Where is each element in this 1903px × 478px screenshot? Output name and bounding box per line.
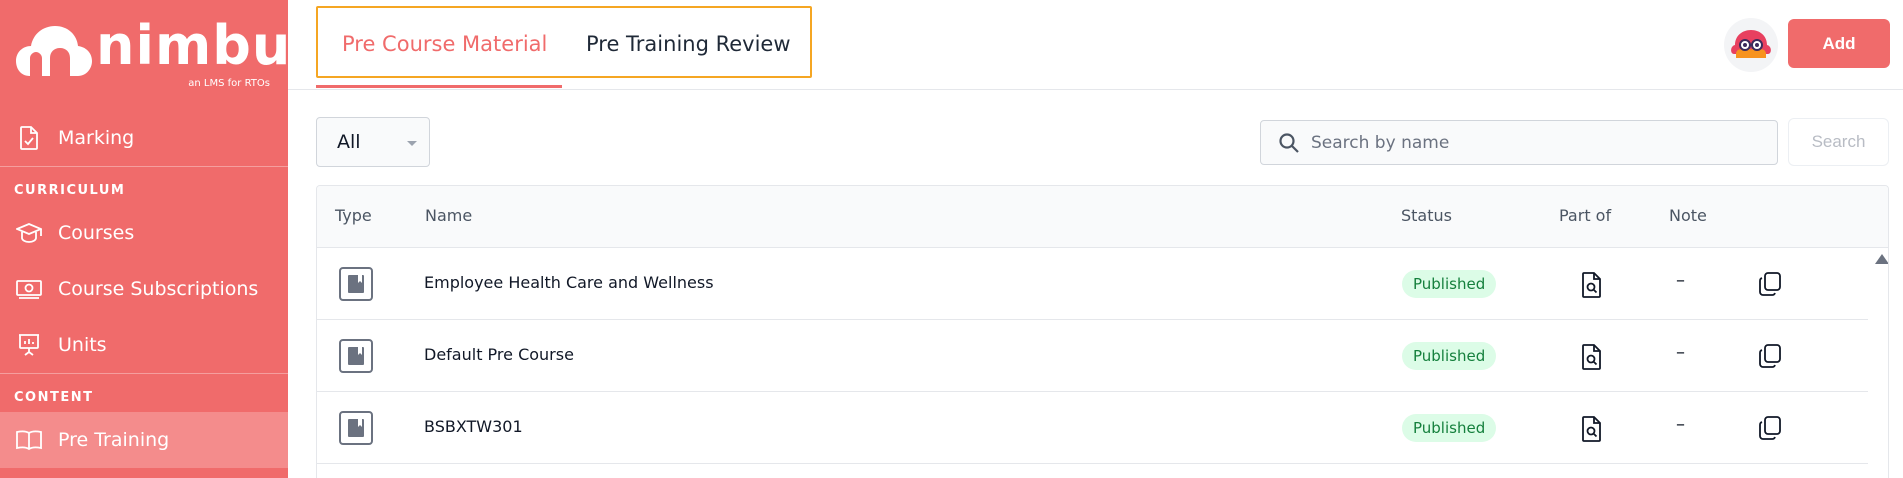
scroll-up-arrow-icon[interactable] <box>1875 254 1888 264</box>
graduation-cap-icon <box>16 220 42 246</box>
row-name[interactable]: Employee Health Care and Wellness <box>424 273 714 292</box>
app-root: nimbu an LMS for RTOs Marking CURRICULUM… <box>0 0 1903 478</box>
brand-tagline: an LMS for RTOs <box>188 78 270 89</box>
table-row[interactable]: Employee Health Care and Wellness Publis… <box>317 248 1868 320</box>
status-badge: Published <box>1402 270 1497 298</box>
caret-down-icon <box>407 141 417 146</box>
mascot-avatar-icon <box>1731 30 1771 58</box>
sidebar-item-courses[interactable]: Courses <box>0 205 288 261</box>
row-note: – <box>1676 414 1685 435</box>
material-type-icon <box>339 339 373 373</box>
cloud-logo-icon <box>16 26 92 76</box>
table-header: Type Name Status Part of Note <box>317 186 1888 248</box>
sidebar-divider <box>0 166 288 167</box>
row-note: – <box>1676 342 1685 363</box>
sidebar-item-pre-training[interactable]: Pre Training <box>0 412 288 468</box>
copy-icon[interactable] <box>1757 343 1783 369</box>
pre-course-material-table: Type Name Status Part of Note Employee H… <box>316 185 1889 478</box>
sidebar-divider <box>0 373 288 374</box>
tab-pre-training-review[interactable]: Pre Training Review <box>586 32 791 56</box>
search-input[interactable] <box>1311 132 1751 153</box>
sidebar-item-label: Pre Training <box>58 429 170 451</box>
copy-icon[interactable] <box>1757 271 1783 297</box>
search-box <box>1260 120 1778 165</box>
type-filter-value: All <box>337 131 361 153</box>
add-button[interactable]: Add <box>1788 19 1890 68</box>
status-badge: Published <box>1402 414 1497 442</box>
copy-icon[interactable] <box>1757 415 1783 441</box>
tab-pre-course-material[interactable]: Pre Course Material <box>342 32 547 56</box>
sidebar-item-course-subscriptions[interactable]: Course Subscriptions <box>0 261 288 317</box>
sidebar: nimbu an LMS for RTOs Marking CURRICULUM… <box>0 0 290 478</box>
sidebar-item-label: Marking <box>58 127 135 149</box>
sidebar-section-content: CONTENT <box>14 390 94 405</box>
status-badge: Published <box>1402 342 1497 370</box>
row-note: – <box>1676 270 1685 291</box>
table-scrollbar[interactable] <box>1868 248 1888 478</box>
search-icon <box>1279 132 1299 153</box>
column-header-note: Note <box>1669 206 1707 225</box>
column-header-part-of: Part of <box>1559 206 1612 225</box>
brand-logo[interactable]: nimbu an LMS for RTOs <box>16 14 290 90</box>
top-bar: Pre Course Material Pre Training Review … <box>288 0 1903 90</box>
brand-name: nimbu <box>96 14 292 77</box>
document-check-icon <box>16 125 42 151</box>
column-header-status[interactable]: Status <box>1401 206 1452 225</box>
document-search-icon[interactable] <box>1580 272 1604 298</box>
sidebar-item-units[interactable]: Units <box>0 317 288 373</box>
material-type-icon <box>339 267 373 301</box>
sidebar-item-marking[interactable]: Marking <box>0 110 288 166</box>
sidebar-item-label: Course Subscriptions <box>58 278 259 300</box>
column-header-type: Type <box>335 206 372 225</box>
type-filter-select[interactable]: All <box>316 117 430 167</box>
row-name[interactable]: Default Pre Course <box>424 345 574 364</box>
money-icon <box>16 276 42 302</box>
tab-group: Pre Course Material Pre Training Review <box>316 6 812 78</box>
sidebar-item-label: Units <box>58 334 107 356</box>
presentation-chart-icon <box>16 332 42 358</box>
avatar[interactable] <box>1724 18 1778 72</box>
book-open-icon <box>16 427 42 453</box>
sidebar-section-curriculum: CURRICULUM <box>14 183 126 198</box>
document-search-icon[interactable] <box>1580 344 1604 370</box>
row-name[interactable]: BSBXTW301 <box>424 417 523 436</box>
active-tab-indicator <box>316 85 562 88</box>
document-search-icon[interactable] <box>1580 416 1604 442</box>
search-button[interactable]: Search <box>1788 118 1889 166</box>
column-header-name[interactable]: Name <box>425 206 472 225</box>
table-row[interactable]: Default Pre Course Published – <box>317 320 1868 392</box>
table-row[interactable]: BSBXTW301 Published – <box>317 392 1868 464</box>
material-type-icon <box>339 411 373 445</box>
sidebar-item-label: Courses <box>58 222 135 244</box>
